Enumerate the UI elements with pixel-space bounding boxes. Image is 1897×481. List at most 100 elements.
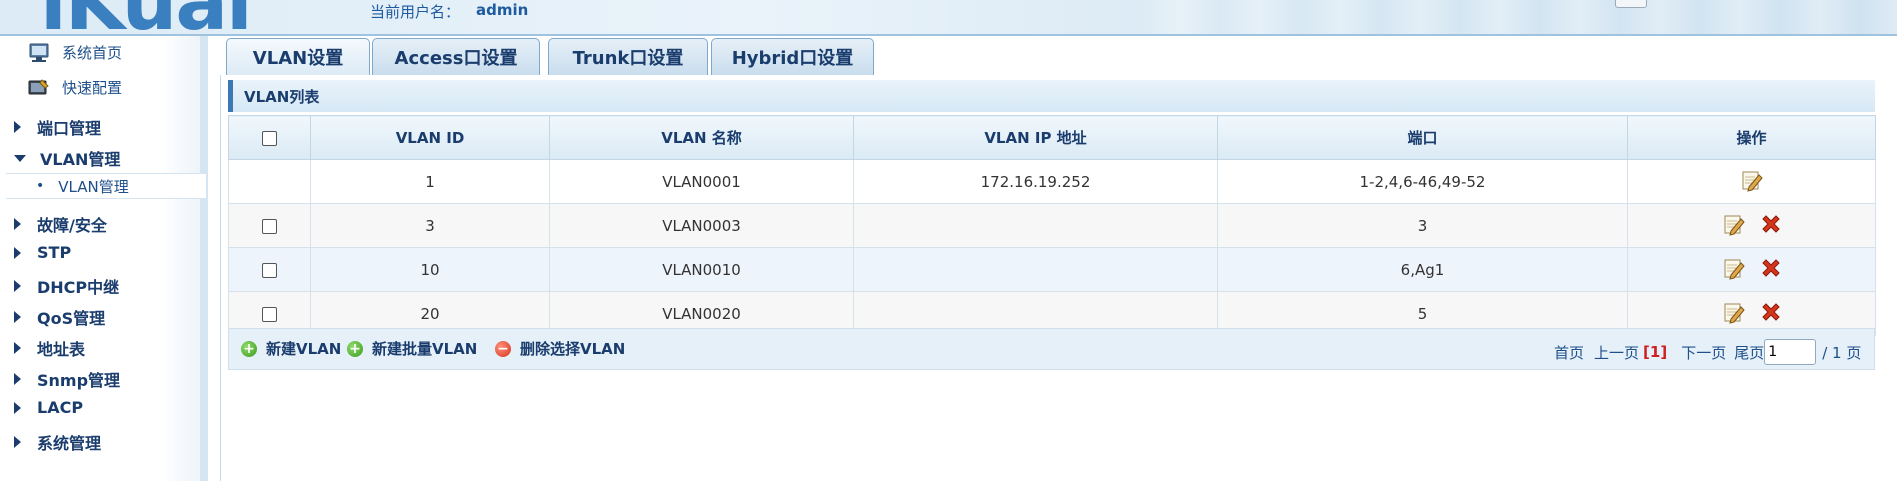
sidebar-item-qos[interactable]: QoS管理 (14, 305, 105, 329)
sidebar-item-label: 故障/安全 (37, 216, 107, 235)
table-row: 3 VLAN0003 3 (228, 203, 1876, 248)
vlan-ip-cell (853, 247, 1218, 292)
actions-cell (1627, 159, 1876, 204)
sidebar: 系统首页 快速配置 端口管理 VLAN管理 • VLAN管理 故障/安全 STP… (0, 36, 208, 481)
sidebar-item-address-table[interactable]: 地址表 (14, 336, 85, 360)
row-checkbox[interactable] (262, 218, 277, 234)
tab-trunk-port-settings[interactable]: Trunk口设置 (548, 38, 708, 75)
add-icon: + (241, 340, 257, 357)
sidebar-item-label: LACP (37, 398, 84, 417)
add-icon: + (347, 340, 363, 357)
edit-icon[interactable] (1722, 256, 1746, 280)
column-header-vlan-id: VLAN ID (310, 115, 550, 160)
total-pages-label: / 1 页 (1822, 343, 1862, 362)
table-row: 10 VLAN0010 6,Ag1 (228, 247, 1876, 292)
sidebar-item-label: 地址表 (37, 340, 86, 359)
tab-access-port-settings[interactable]: Access口设置 (372, 38, 540, 75)
vlan-ports-cell: 1-2,4,6-46,49-52 (1217, 159, 1628, 204)
table-row: 1 VLAN0001 172.16.19.252 1-2,4,6-46,49-5… (228, 159, 1876, 204)
sidebar-subitem-label: VLAN管理 (58, 177, 129, 196)
chevron-down-icon (14, 154, 26, 162)
tab-vlan-settings[interactable]: VLAN设置 (226, 38, 370, 75)
sidebar-link-label: 系统首页 (62, 44, 123, 62)
new-vlan-button[interactable]: + 新建VLAN (241, 338, 341, 359)
row-checkbox[interactable] (262, 306, 277, 322)
sidebar-item-label: STP (37, 243, 72, 262)
sidebar-link-home[interactable]: 系统首页 (28, 42, 122, 63)
edit-icon[interactable] (1722, 212, 1746, 236)
prev-page-link[interactable]: 上一页 (1594, 342, 1639, 363)
chevron-right-icon (14, 246, 21, 259)
sidebar-item-lacp[interactable]: LACP (14, 398, 83, 417)
row-select-cell (228, 247, 311, 292)
edit-icon[interactable] (1722, 300, 1746, 324)
actions-cell (1627, 203, 1876, 248)
table-header-row: VLAN ID VLAN 名称 VLAN IP 地址 端口 操作 (228, 115, 1876, 160)
vlan-ip-cell (853, 203, 1218, 248)
batch-new-vlan-button[interactable]: + 新建批量VLAN (347, 338, 477, 359)
wizard-icon (28, 78, 50, 98)
sidebar-item-stp[interactable]: STP (14, 243, 71, 262)
section-title: VLAN列表 (244, 87, 320, 106)
button-label: 删除选择VLAN (520, 340, 626, 358)
monitor-icon (28, 43, 50, 63)
table-footer: + 新建VLAN + 新建批量VLAN − 删除选择VLAN 首页 上一页 [1… (228, 328, 1875, 370)
first-page-link[interactable]: 首页 (1554, 342, 1584, 363)
column-header-ports: 端口 (1217, 115, 1628, 160)
delete-icon[interactable] (1760, 301, 1782, 323)
button-label: 新建批量VLAN (372, 340, 478, 358)
vlan-ports-cell: 3 (1217, 203, 1628, 248)
sidebar-subitem-vlan-management[interactable]: • VLAN管理 (6, 173, 206, 199)
delete-icon[interactable] (1760, 257, 1782, 279)
vlan-ip-cell: 172.16.19.252 (853, 159, 1218, 204)
vlan-table: VLAN ID VLAN 名称 VLAN IP 地址 端口 操作 1 VLAN0… (228, 115, 1876, 336)
sidebar-item-system-management[interactable]: 系统管理 (14, 430, 101, 454)
button-label: 新建VLAN (266, 340, 342, 358)
chevron-right-icon (14, 280, 21, 292)
chevron-right-icon (14, 342, 21, 354)
current-user-label: 当前用户名： (370, 3, 461, 21)
select-all-cell (228, 115, 311, 160)
vlan-name-cell: VLAN0003 (549, 203, 854, 248)
sidebar-item-fault-security[interactable]: 故障/安全 (14, 212, 107, 236)
chevron-right-icon (14, 121, 21, 133)
column-header-vlan-name: VLAN 名称 (549, 115, 854, 160)
vlan-id-cell: 1 (310, 159, 550, 204)
select-all-checkbox[interactable] (262, 130, 277, 146)
sidebar-item-label: QoS管理 (37, 309, 106, 328)
sidebar-link-label: 快速配置 (62, 79, 123, 97)
row-select-cell (228, 159, 311, 204)
sidebar-item-label: 系统管理 (37, 434, 102, 453)
vlan-list-header: VLAN列表 (228, 80, 1875, 112)
last-page-link[interactable]: 尾页 (1734, 342, 1764, 363)
sidebar-item-vlan-management[interactable]: VLAN管理 (14, 146, 120, 170)
sidebar-item-dhcp-relay[interactable]: DHCP中继 (14, 274, 119, 298)
chevron-right-icon (14, 373, 21, 385)
header-button[interactable] (1615, 0, 1647, 8)
vlan-id-cell: 3 (310, 203, 550, 248)
row-select-cell (228, 203, 311, 248)
sidebar-item-label: DHCP中继 (37, 278, 120, 297)
delete-icon[interactable] (1760, 213, 1782, 235)
row-checkbox[interactable] (262, 262, 277, 278)
page-number-input[interactable] (1764, 339, 1817, 365)
header-decoration (1140, 0, 1897, 34)
sidebar-item-snmp[interactable]: Snmp管理 (14, 367, 120, 391)
vlan-name-cell: VLAN0001 (549, 159, 854, 204)
column-header-vlan-ip: VLAN IP 地址 (853, 115, 1218, 160)
remove-icon: − (495, 340, 511, 357)
vlan-id-cell: 10 (310, 247, 550, 292)
sidebar-item-port-management[interactable]: 端口管理 (14, 115, 101, 139)
pagination: 首页 上一页 [1] 下一页 尾页 / 1 页 (1554, 339, 1861, 365)
chevron-right-icon (14, 311, 21, 323)
vlan-ports-cell: 6,Ag1 (1217, 247, 1628, 292)
edit-icon[interactable] (1740, 168, 1764, 192)
tab-hybrid-port-settings[interactable]: Hybrid口设置 (711, 38, 874, 75)
bullet-icon: • (36, 178, 45, 194)
delete-selected-vlan-button[interactable]: − 删除选择VLAN (495, 338, 625, 359)
sidebar-item-label: Snmp管理 (37, 371, 121, 390)
next-page-link[interactable]: 下一页 (1681, 342, 1726, 363)
sidebar-link-quick-config[interactable]: 快速配置 (28, 77, 122, 98)
current-page-indicator: [1] (1643, 343, 1668, 361)
chevron-right-icon (14, 436, 21, 448)
